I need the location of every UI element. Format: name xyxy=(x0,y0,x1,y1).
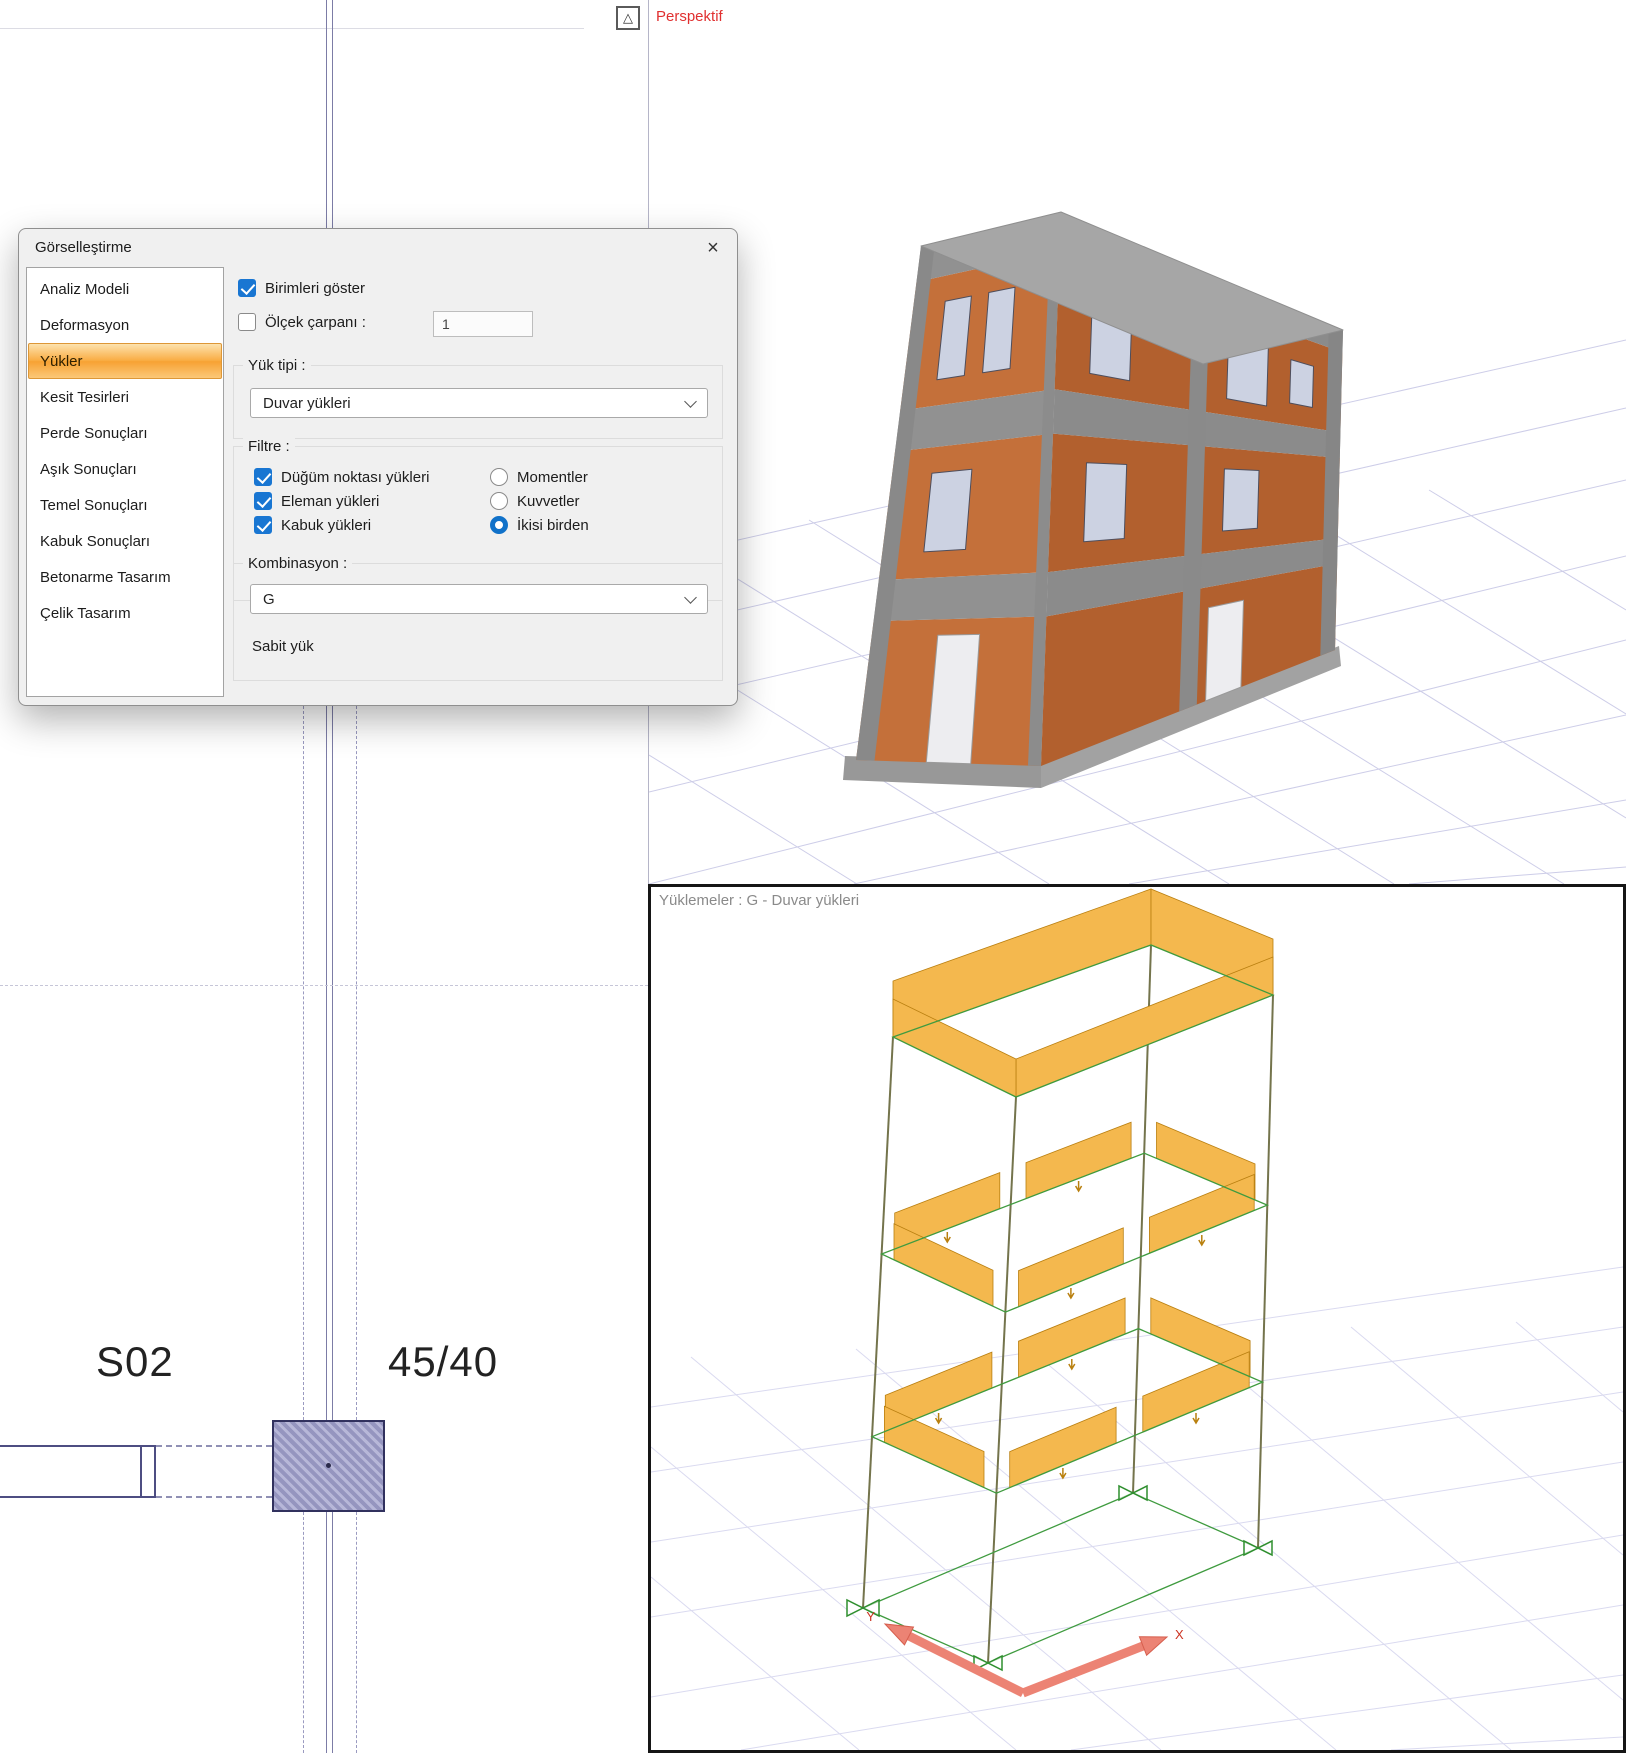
column-insertion-point xyxy=(326,1463,331,1468)
axis-line xyxy=(332,706,333,1420)
filter-both-label: İkisi birden xyxy=(517,516,589,534)
beam-edge-hidden xyxy=(303,706,304,1420)
loads-view[interactable]: Yüklemeler : G - Duvar yükleri Y X xyxy=(648,884,1626,1753)
column-name-label: S02 xyxy=(96,1338,174,1385)
beam-edge-hidden xyxy=(356,1512,357,1753)
axis-line xyxy=(326,1512,327,1753)
plan-divider-line xyxy=(0,28,584,29)
filter-both-radio[interactable]: İkisi birden xyxy=(490,515,589,535)
filter-element-loads-checkbox[interactable]: Eleman yükleri xyxy=(254,491,379,511)
beam-end-line xyxy=(140,1447,142,1496)
axis-line xyxy=(326,0,327,228)
nav-item-kabuk-sonuclari[interactable]: Kabuk Sonuçları xyxy=(28,523,222,559)
perspective-view[interactable]: Perspektif xyxy=(648,0,1626,884)
radio-selected-icon xyxy=(490,516,508,534)
filter-forces-radio[interactable]: Kuvvetler xyxy=(490,491,580,511)
close-icon: × xyxy=(707,236,719,259)
show-units-label: Birimleri göster xyxy=(265,279,366,297)
beam-hidden-edge xyxy=(156,1445,272,1447)
support-icons xyxy=(846,1484,1273,1672)
show-units-checkbox[interactable]: Birimleri göster xyxy=(238,278,365,298)
beam-edge-hidden xyxy=(303,1512,304,1753)
dialog-nav-list: Analiz Modeli Deformasyon Yükler Kesit T… xyxy=(26,267,224,697)
nav-item-perde-sonuclari[interactable]: Perde Sonuçları xyxy=(28,415,222,451)
loads-view-title: Yüklemeler : G - Duvar yükleri xyxy=(659,892,860,909)
combination-value: G xyxy=(263,590,275,608)
filter-forces-label: Kuvvetler xyxy=(517,492,580,510)
viewport-title: Perspektif xyxy=(656,8,723,25)
checkbox-checked-icon xyxy=(254,492,272,510)
nav-item-celik-tasarim[interactable]: Çelik Tasarım xyxy=(28,595,222,631)
loads-canvas[interactable]: Y X xyxy=(651,887,1623,1750)
perspective-canvas[interactable] xyxy=(649,0,1626,884)
checkbox-checked-icon xyxy=(254,516,272,534)
chevron-down-icon xyxy=(684,590,697,604)
load-type-value: Duvar yükleri xyxy=(263,394,351,412)
load-type-select[interactable]: Duvar yükleri xyxy=(250,388,708,418)
axis-line xyxy=(326,706,327,1420)
beam-size-label: 45/40 xyxy=(388,1338,499,1385)
triangle-up-icon: △ xyxy=(623,10,633,25)
floor-grid xyxy=(651,1266,1623,1750)
combination-select[interactable]: G xyxy=(250,584,708,614)
filter-shell-loads-checkbox[interactable]: Kabuk yükleri xyxy=(254,515,371,535)
y-axis-label: Y xyxy=(866,1609,875,1624)
pane-maximize-icon[interactable]: △ xyxy=(616,6,640,30)
combination-description: Sabit yük xyxy=(252,638,314,655)
beam-edge-hidden xyxy=(356,706,357,1420)
checkbox-checked-icon xyxy=(254,468,272,486)
building xyxy=(843,211,1344,788)
app-root: S02 45/40 Perspektif △ Yüklemeler: G - … xyxy=(0,0,1626,1753)
axis-line xyxy=(332,0,333,228)
filter-node-loads-label: Düğüm noktası yükleri xyxy=(281,468,430,486)
nav-item-kesit-tesirleri[interactable]: Kesit Tesirleri xyxy=(28,379,222,415)
combination-group: Kombinasyon : G Sabit yük xyxy=(233,555,723,681)
nav-item-asik-sonuclari[interactable]: Aşık Sonuçları xyxy=(28,451,222,487)
filter-shell-loads-label: Kabuk yükleri xyxy=(281,516,372,534)
beam-hidden-edge xyxy=(156,1496,272,1498)
filter-element-loads-label: Eleman yükleri xyxy=(281,492,380,510)
load-type-group: Yük tipi : Duvar yükleri xyxy=(233,357,723,439)
filter-moments-radio[interactable]: Momentler xyxy=(490,467,588,487)
chevron-down-icon xyxy=(684,394,697,408)
nav-item-deformasyon[interactable]: Deformasyon xyxy=(28,307,222,343)
dialog-title[interactable]: Görselleştirme xyxy=(35,239,132,256)
checkbox-unchecked-icon xyxy=(238,313,256,331)
scale-factor-label: Ölçek çarpanı : xyxy=(265,313,366,331)
combination-group-label: Kombinasyon : xyxy=(243,555,353,572)
x-axis-label: X xyxy=(1175,1627,1184,1642)
filter-group-label: Filtre : xyxy=(243,438,295,455)
checkbox-checked-icon xyxy=(238,279,256,297)
radio-unselected-icon xyxy=(490,492,508,510)
close-button[interactable]: × xyxy=(701,236,725,260)
nav-item-yukler[interactable]: Yükler xyxy=(28,343,222,379)
scale-factor-input[interactable] xyxy=(433,311,533,337)
load-type-group-label: Yük tipi : xyxy=(243,357,311,374)
nav-item-analiz-modeli[interactable]: Analiz Modeli xyxy=(28,271,222,307)
nav-item-betonarme-tasarim[interactable]: Betonarme Tasarım xyxy=(28,559,222,595)
axis-arrows: Y X xyxy=(866,1609,1184,1698)
radio-unselected-icon xyxy=(490,468,508,486)
beam-plan-outline[interactable] xyxy=(0,1445,156,1498)
nav-item-temel-sonuclari[interactable]: Temel Sonuçları xyxy=(28,487,222,523)
filter-moments-label: Momentler xyxy=(517,468,588,486)
scale-factor-checkbox[interactable]: Ölçek çarpanı : xyxy=(238,312,366,332)
filter-node-loads-checkbox[interactable]: Düğüm noktası yükleri xyxy=(254,467,429,487)
axis-line xyxy=(332,1512,333,1753)
axis-line-horizontal xyxy=(0,985,648,986)
visualization-dialog: Görselleştirme × Analiz Modeli Deformasy… xyxy=(18,228,738,706)
